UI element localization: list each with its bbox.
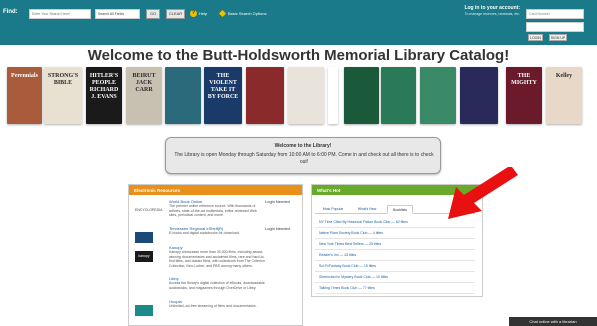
resource-logo[interactable]: kanopy [135,251,153,262]
book-cover[interactable] [165,67,201,124]
tab-booklists[interactable]: Booklists [387,205,413,214]
booklist-item[interactable]: New York Times Best Sellers — 25 titles [315,239,475,250]
book-cover[interactable] [420,67,456,124]
book-cover[interactable]: BEIRUT JACK CARR [126,67,162,124]
tab-whats-new[interactable]: What's New [353,205,381,214]
clear-button[interactable]: CLEAR [166,9,185,19]
book-cover[interactable]: THE VIOLENT TAKE IT BY FORCE [204,67,242,124]
search-options-icon[interactable] [218,9,227,18]
booklist-item[interactable]: Native Plant Society Book Club — 4 title… [315,228,475,239]
resource-logo[interactable] [135,305,153,316]
book-cover[interactable] [381,67,416,124]
arrow-shape [448,167,518,219]
resource-description: The premier online reference source. Wit… [169,204,257,217]
announcement-text: The Library is open Monday through Satur… [174,152,434,165]
book-cover-title: STRONG'S BIBLE [47,73,79,86]
page-title: Welcome to the Butt-Holdsworth Memorial … [87,47,510,64]
card-number-input[interactable]: Card Number [526,9,584,19]
resource-description: Unlimited, ad-free streaming of films an… [169,304,257,308]
book-carousel: Perennials STRONG'S BIBLE HITLER'S PEOPLE … [0,67,597,125]
book-cover[interactable]: THE MIGHTY [506,67,542,124]
book-cover-title: Kelley [555,73,573,79]
book-cover-title: BEIRUT JACK CARR [132,73,156,93]
resource-login-note: Login Needed [265,226,290,231]
book-cover-title: HITLER'S PEOPLE RICHARD J. EVANS [89,73,119,100]
book-cover[interactable] [246,67,284,124]
search-scope-select[interactable]: Search All Fields [95,9,140,19]
resource-description: E-books and digital audiobooks for downl… [169,231,240,235]
login-title: Log in to your account: [464,5,520,11]
login-subtitle: To manage reserves, renewals, etc. [464,12,520,16]
search-options-link[interactable]: Basic Search Options [228,11,266,16]
booklist-item[interactable]: Sci-Fi/Fantasy Book Club — 15 titles [315,261,475,272]
booklist-list: NY Time Cited By Historical Fiction Book… [315,217,475,294]
book-cover[interactable]: HITLER'S PEOPLE RICHARD J. EVANS [86,67,122,124]
booklist-item[interactable]: Reader's Inn — 43 titles [315,250,475,261]
signup-button[interactable]: SIGN UP [549,34,567,41]
chat-librarian-button[interactable]: Chat online with a librarian [509,317,597,326]
red-arrow-annotation [448,167,518,219]
login-button[interactable]: LOGIN [528,34,543,41]
booklist-item[interactable]: Talking Times Book Club — 77 titles [315,283,475,294]
go-button[interactable]: GO [146,9,160,19]
tab-most-popular[interactable]: Most Popular [319,205,347,214]
book-cover-title: THE VIOLENT TAKE IT BY FORCE [207,73,239,100]
top-search-bar: Find: Search All Fields GO CLEAR ? Help … [0,0,597,45]
electronic-resources-header: Electronic Resources [129,185,302,195]
search-input[interactable] [29,9,91,19]
help-link[interactable]: Help [199,11,207,16]
book-cover[interactable]: STRONG'S BIBLE [44,67,82,124]
book-cover[interactable]: Perennials [7,67,42,124]
resource-logo[interactable] [135,232,153,243]
help-icon[interactable]: ? [190,10,197,17]
book-cover-title: THE MIGHTY [511,73,537,86]
find-label: Find: [3,9,18,15]
book-cover[interactable]: Kelley [546,67,582,124]
book-cover-title: Perennials [11,73,38,79]
book-cover[interactable] [460,67,498,124]
book-cover[interactable] [288,67,324,124]
electronic-resources-panel: Electronic Resources ENCYCLOPEDIA World B… [128,184,303,326]
resource-description: Kanopy showcases more than 30,000 films,… [169,250,265,268]
resource-description: Access the library's digital collection … [169,281,265,290]
booklist-item[interactable]: Sherlocked in Mystery Book Club — 10 tit… [315,272,475,283]
announcement-box: Welcome to the Library! The Library is o… [165,137,441,174]
announcement-title: Welcome to the Library! [274,143,332,149]
resource-logo[interactable] [135,282,153,293]
book-cover[interactable] [328,67,338,124]
book-cover[interactable] [344,67,379,124]
pin-input[interactable] [526,22,584,32]
resource-login-note: Login Needed [265,199,290,204]
resource-logo[interactable]: ENCYCLOPEDIA [135,205,162,216]
